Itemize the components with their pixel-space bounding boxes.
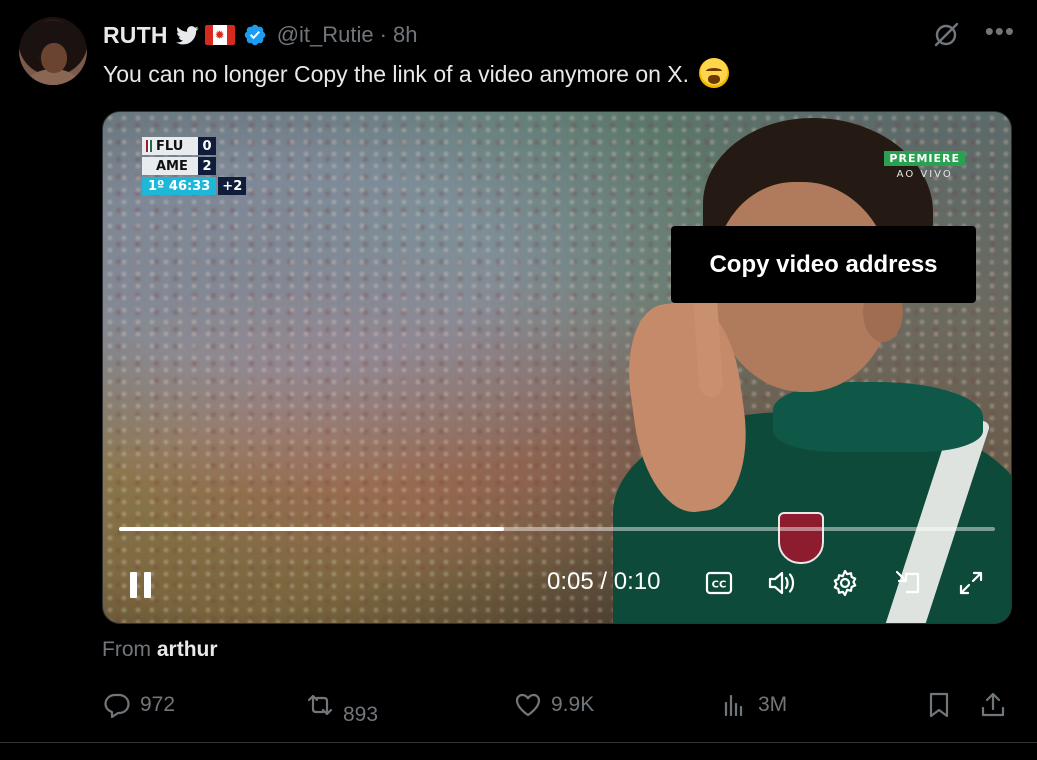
- views-count: 3M: [758, 693, 788, 716]
- bookmark-icon: [929, 692, 949, 718]
- bookmark-button[interactable]: [924, 690, 954, 720]
- more-options-icon[interactable]: •••: [985, 18, 1015, 44]
- video-progress-bar[interactable]: [119, 527, 995, 531]
- video-controls: 0:05 / 0:10 CC: [103, 560, 1011, 604]
- repost-icon: [307, 694, 333, 716]
- twitter-bird-icon: [175, 25, 199, 44]
- video-source: From arthur: [102, 638, 218, 662]
- repost-button[interactable]: 893: [305, 690, 378, 726]
- views-bar-chart-icon: [724, 694, 743, 717]
- team2-score: 2: [198, 157, 216, 175]
- captions-label: CC: [712, 580, 727, 591]
- fullscreen-icon[interactable]: [956, 568, 986, 598]
- tweet-body: You can no longer Copy the link of a vid…: [103, 61, 690, 87]
- share-button[interactable]: [978, 690, 1008, 720]
- video-player[interactable]: FLU 0 AME 2 1º 46:33 +2 PREMIERE AO VIVO…: [102, 111, 1012, 624]
- pause-button[interactable]: [125, 570, 159, 600]
- team1-name: FLU: [156, 138, 184, 154]
- captions-icon[interactable]: CC: [704, 568, 734, 598]
- match-clock: 1º 46:33: [142, 177, 217, 195]
- source-name-link[interactable]: arthur: [157, 638, 218, 661]
- avatar-face: [41, 43, 67, 73]
- avatar[interactable]: [19, 17, 87, 85]
- video-time-display: 0:05 / 0:10: [547, 568, 661, 595]
- reply-button[interactable]: 972: [102, 690, 175, 720]
- share-icon: [981, 692, 1005, 717]
- views-button[interactable]: 3M: [720, 690, 787, 720]
- picture-in-picture-icon[interactable]: [893, 568, 923, 598]
- tweet-header: RUTH ✹ @it_Rutie · 8h: [103, 20, 417, 50]
- canada-flag-icon: ✹: [204, 25, 235, 45]
- author-handle[interactable]: @it_Rutie: [277, 22, 374, 48]
- tweet-actions: 972 893 9.9K 3M: [102, 690, 1012, 726]
- timestamp[interactable]: 8h: [393, 22, 417, 48]
- reply-icon: [104, 693, 130, 719]
- heart-icon: [515, 693, 541, 717]
- source-prefix: From: [102, 638, 151, 661]
- copy-video-address-menu-item[interactable]: Copy video address: [671, 226, 976, 303]
- added-time: +2: [218, 177, 247, 195]
- tweet-divider: [0, 742, 1037, 743]
- scoreboard: FLU 0 AME 2 1º 46:33 +2: [142, 137, 247, 197]
- pause-icon: [130, 572, 137, 598]
- grok-icon[interactable]: [931, 20, 961, 50]
- repost-count: 893: [343, 703, 379, 726]
- like-count: 9.9K: [551, 693, 595, 716]
- volume-icon[interactable]: [766, 568, 796, 598]
- broadcaster-subtitle: AO VIVO: [896, 169, 953, 180]
- tweet-top-actions: •••: [931, 18, 1015, 50]
- author-name[interactable]: RUTH: [103, 22, 168, 49]
- team1-score: 0: [198, 137, 216, 155]
- reply-count: 972: [140, 693, 176, 716]
- video-subject: [573, 112, 1011, 623]
- like-button[interactable]: 9.9K: [513, 690, 594, 720]
- tweet-text: You can no longer Copy the link of a vid…: [103, 58, 730, 88]
- crying-emoji-icon: [699, 58, 730, 88]
- broadcaster-name: PREMIERE: [884, 151, 965, 166]
- team2-name: AME: [156, 158, 188, 174]
- tweet[interactable]: RUTH ✹ @it_Rutie · 8h ••• You can no lon…: [0, 0, 1037, 742]
- verified-badge-icon[interactable]: [243, 23, 267, 47]
- separator-dot: ·: [379, 22, 387, 47]
- settings-gear-icon[interactable]: [830, 568, 860, 598]
- broadcaster-logo: PREMIERE AO VIVO: [884, 151, 965, 180]
- video-progress-fill: [119, 527, 505, 531]
